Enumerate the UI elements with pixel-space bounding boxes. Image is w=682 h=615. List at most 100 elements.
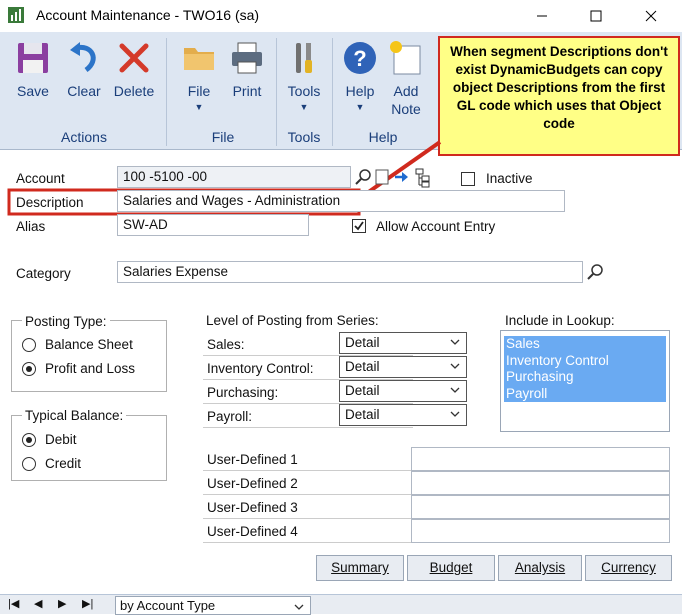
help-question-icon: ? (344, 42, 376, 74)
arrow-right-icon[interactable] (393, 168, 409, 186)
description-label: Description (16, 195, 84, 210)
file-label: File (187, 83, 211, 99)
annotation-callout: When segment Descriptions don't exist Dy… (438, 36, 680, 156)
select-value: Detail (345, 335, 380, 350)
folder-icon (184, 48, 214, 70)
tools-icon (296, 43, 312, 73)
allow-account-entry-label: Allow Account Entry (376, 219, 496, 234)
add-note-label-line1: Add (393, 83, 419, 99)
help-label: Help (345, 83, 375, 99)
user-defined-4-field[interactable] (411, 519, 670, 543)
user-defined-label: User-Defined 1 (207, 452, 298, 467)
alias-label: Alias (16, 219, 46, 234)
clear-button[interactable]: Clear (62, 40, 106, 100)
first-record-icon[interactable]: |◀ (8, 597, 19, 610)
chevron-down-icon (450, 339, 460, 345)
balance-sheet-radio[interactable] (22, 338, 36, 352)
minimize-button[interactable] (519, 0, 565, 32)
account-label: Account (16, 171, 65, 186)
allow-account-entry-checkbox[interactable] (352, 219, 366, 233)
purchasing-posting-select[interactable]: Detail (339, 380, 467, 402)
add-note-button[interactable]: Add Note (384, 40, 428, 118)
alias-field[interactable]: SW-AD (117, 214, 309, 236)
record-navigation-bar: |◀ ◀ ▶ ▶| by Account Type (0, 594, 682, 615)
sort-by-select[interactable]: by Account Type (115, 596, 311, 615)
ribbon-separator (166, 38, 167, 146)
payroll-posting-select[interactable]: Detail (339, 404, 467, 426)
account-field[interactable]: 100 -5100 -00 (117, 166, 351, 188)
credit-radio[interactable] (22, 457, 36, 471)
include-in-lookup-title: Include in Lookup: (505, 313, 615, 328)
last-record-icon[interactable]: ▶| (82, 597, 93, 610)
save-button[interactable]: Save (10, 40, 56, 100)
svg-text:?: ? (353, 46, 366, 71)
previous-record-icon[interactable]: ◀ (34, 597, 42, 610)
currency-button[interactable]: Currency (585, 555, 672, 581)
inventory-control-posting-select[interactable]: Detail (339, 356, 467, 378)
level-of-posting-title: Level of Posting from Series: (206, 313, 379, 328)
help-menu-button[interactable]: ? Help ▼ (338, 40, 382, 112)
chevron-down-icon: ▼ (194, 102, 204, 112)
lookup-item[interactable]: Sales (504, 336, 666, 353)
tools-menu-button[interactable]: Tools ▼ (282, 40, 326, 112)
file-menu-button[interactable]: File ▼ (176, 40, 222, 112)
budget-button[interactable]: Budget (407, 555, 495, 581)
inactive-checkbox[interactable] (461, 172, 475, 186)
sales-posting-select[interactable]: Detail (339, 332, 467, 354)
chevron-down-icon (294, 604, 304, 610)
posting-row-label: Inventory Control: (207, 361, 314, 376)
lookup-item[interactable]: Purchasing (504, 369, 666, 386)
hierarchy-icon[interactable] (414, 168, 432, 188)
save-icon (18, 43, 48, 73)
user-defined-row: User-Defined 2 (203, 471, 413, 495)
analysis-button[interactable]: Analysis (498, 555, 582, 581)
lookup-item[interactable]: Inventory Control (504, 352, 666, 369)
save-label: Save (17, 83, 49, 99)
delete-label: Delete (113, 83, 155, 99)
summary-button[interactable]: Summary (316, 555, 404, 581)
user-defined-3-field[interactable] (411, 495, 670, 519)
user-defined-row: User-Defined 3 (203, 495, 413, 519)
profit-and-loss-label: Profit and Loss (45, 361, 136, 376)
user-defined-label: User-Defined 4 (207, 524, 298, 539)
user-defined-row: User-Defined 4 (203, 519, 413, 543)
user-defined-1-field[interactable] (411, 447, 670, 471)
chevron-down-icon: ▼ (299, 102, 309, 112)
balance-sheet-label: Balance Sheet (45, 337, 133, 352)
description-field[interactable]: Salaries and Wages - Administration (117, 190, 565, 212)
posting-row-label: Sales: (207, 337, 245, 352)
chevron-down-icon (450, 387, 460, 393)
debit-label: Debit (45, 432, 77, 447)
user-defined-label: User-Defined 3 (207, 500, 298, 515)
close-button[interactable] (628, 0, 674, 32)
next-record-icon[interactable]: ▶ (58, 597, 66, 610)
include-in-lookup-list[interactable]: Sales Inventory Control Purchasing Payro… (500, 330, 670, 432)
lookup-item[interactable]: Payroll (504, 385, 666, 402)
profit-and-loss-radio[interactable] (22, 362, 36, 376)
delete-button[interactable]: Delete (110, 40, 158, 100)
group-label-tools: Tools (287, 129, 321, 145)
user-defined-row: User-Defined 1 (203, 447, 413, 471)
debit-radio[interactable] (22, 433, 36, 447)
print-label: Print (232, 83, 262, 99)
category-lookup-icon[interactable] (586, 263, 604, 281)
ribbon-separator (332, 38, 333, 146)
maximize-button[interactable] (573, 0, 619, 32)
select-value: Detail (345, 407, 380, 422)
group-label-actions: Actions (61, 129, 107, 145)
print-button[interactable]: Print (224, 40, 270, 100)
user-defined-label: User-Defined 2 (207, 476, 298, 491)
user-defined-2-field[interactable] (411, 471, 670, 495)
app-icon (8, 7, 24, 23)
add-note-label-line2: Note (391, 101, 421, 117)
account-lookup-icon[interactable] (354, 168, 372, 186)
window-title: Account Maintenance - TWO16 (sa) (36, 7, 260, 23)
printer-icon (232, 42, 262, 74)
select-value: Detail (345, 359, 380, 374)
delete-x-icon (119, 43, 149, 73)
tools-label: Tools (287, 83, 321, 99)
credit-label: Credit (45, 456, 82, 471)
document-icon[interactable] (374, 168, 390, 186)
category-field[interactable]: Salaries Expense (117, 261, 583, 283)
title-bar: Account Maintenance - TWO16 (sa) (0, 0, 682, 32)
